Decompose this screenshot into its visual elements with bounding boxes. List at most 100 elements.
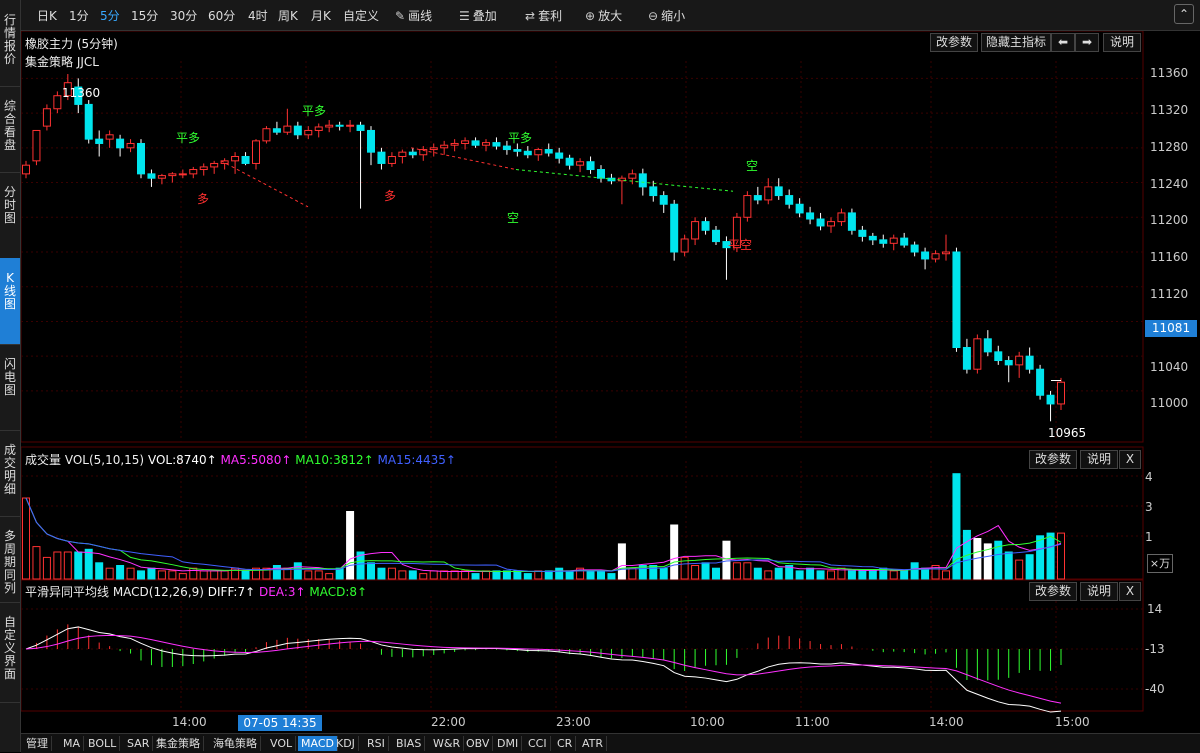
main-params-button[interactable]: 改参数 (930, 33, 978, 52)
volume-params-button[interactable]: 改参数 (1029, 450, 1077, 469)
left-tab-2[interactable]: 分时图 (0, 172, 20, 259)
hide-indicator-button[interactable]: 隐藏主指标 (981, 33, 1051, 52)
arbitrage-button[interactable]: ⇄ 套利 (525, 7, 562, 24)
macd-header: 平滑异同平均线 MACD(12,26,9) DIFF:7↑ DEA:3↑ MAC… (25, 585, 368, 599)
volume-bar (858, 570, 867, 580)
volume-bar (806, 567, 815, 580)
indicator-tab[interactable]: 管理 (23, 736, 52, 751)
macd-params-button[interactable]: 改参数 (1029, 582, 1077, 601)
period-15m[interactable]: 15分 (131, 7, 158, 24)
overlay-button[interactable]: ☰ 叠加 (459, 7, 497, 24)
left-tab-1[interactable]: 综合看盘 (0, 86, 20, 173)
high-price-label: 11360 (62, 86, 101, 100)
candle-body (283, 125, 292, 133)
volume-bar (659, 567, 668, 580)
left-tab-label: 自定义界面 (3, 615, 16, 681)
candle-body (157, 175, 166, 179)
left-tab-label: 分时图 (3, 185, 16, 225)
indicator-tab[interactable]: MACD (298, 736, 338, 751)
period-5m[interactable]: 5分 (100, 7, 120, 24)
indicator-tab[interactable]: MA (60, 736, 85, 751)
indicator-tab[interactable]: W&R (430, 736, 465, 751)
collapse-button[interactable]: ⌃ (1174, 4, 1194, 24)
volume-bar (1004, 551, 1013, 580)
zoom-in-button[interactable]: ⊕ 放大 (585, 7, 622, 24)
prev-button[interactable]: ⬅ (1051, 33, 1075, 52)
candle-body (272, 128, 281, 133)
period-60m[interactable]: 60分 (208, 7, 235, 24)
draw-line-button[interactable]: ✎ 画线 (395, 7, 432, 24)
candle-body (137, 142, 145, 175)
period-day[interactable]: 日K (37, 7, 57, 24)
indicator-tab[interactable]: 集金策略 (153, 736, 204, 751)
period-30m[interactable]: 30分 (170, 7, 197, 24)
candle-body (168, 173, 177, 177)
candle-body (314, 126, 323, 131)
volume-ma-line (25, 497, 1062, 572)
volume-bar (440, 570, 449, 580)
period-custom[interactable]: 自定义 (343, 7, 379, 24)
indicator-tab[interactable]: BOLL (85, 736, 121, 751)
volume-close-button[interactable]: X (1119, 450, 1141, 469)
volume-explain-button[interactable]: 说明 (1080, 450, 1118, 469)
left-tab-5[interactable]: 成交明细 (0, 430, 20, 517)
volume-bar (847, 570, 856, 580)
candle-body (325, 124, 334, 128)
volume-bar (889, 570, 898, 580)
low-price-label: 10965 (1048, 426, 1087, 440)
candle-body (1015, 355, 1024, 366)
volume-bar (649, 565, 658, 580)
zoom-out-button[interactable]: ⊖ 缩小 (648, 7, 685, 24)
indicator-tab[interactable]: ATR (579, 736, 608, 751)
indicator-tab[interactable]: DMI (494, 736, 523, 751)
candle-body (502, 145, 511, 151)
macd-close-button[interactable]: X (1119, 582, 1141, 601)
indicator-tab[interactable]: SAR (124, 736, 154, 751)
candle-body (774, 186, 783, 197)
candle-body (921, 251, 930, 260)
left-tab-3[interactable]: K线图 (0, 258, 20, 345)
volume-bar (63, 551, 72, 580)
volume-bar (116, 565, 125, 580)
volume-bar (868, 570, 877, 580)
left-tab-7[interactable]: 自定义界面 (0, 602, 20, 703)
indicator-tab[interactable]: CR (554, 736, 577, 751)
candle-body (293, 125, 302, 136)
volume-bar (753, 567, 762, 580)
indicator-tab[interactable]: VOL (267, 736, 297, 751)
left-tab-0[interactable]: 行情报价 (0, 0, 20, 87)
indicator-tab[interactable]: OBV (463, 736, 494, 751)
volume-bar (335, 567, 344, 580)
volume-bar (147, 567, 156, 580)
period-week[interactable]: 周K (278, 7, 298, 24)
macd-explain-button[interactable]: 说明 (1080, 582, 1118, 601)
period-1m[interactable]: 1分 (69, 7, 89, 24)
indicator-tab[interactable]: 海龟策略 (210, 736, 261, 751)
period-4h[interactable]: 4时 (248, 7, 268, 24)
candle-body (795, 203, 804, 214)
candle-body (42, 108, 51, 127)
volume-bar (189, 567, 198, 580)
volume-bar (74, 551, 83, 580)
candle-body (565, 157, 574, 166)
volume-bar (722, 540, 731, 580)
indicator-tab[interactable]: KDJ (333, 736, 359, 751)
indicator-tab[interactable]: BIAS (393, 736, 426, 751)
main-title: 橡胶主力 (5分钟) (25, 37, 118, 51)
indicator-tab[interactable]: CCI (525, 736, 551, 751)
vol-y-tick: 4 (1145, 470, 1153, 484)
macd-diff-line (25, 626, 1062, 713)
volume-bar (555, 567, 564, 580)
left-tab-6[interactable]: 多周期同列 (0, 516, 20, 603)
volume-bar (429, 570, 438, 580)
next-button[interactable]: ➡ (1075, 33, 1099, 52)
left-tab-4[interactable]: 闪电图 (0, 344, 20, 431)
left-tab-bar: 行情报价 综合看盘分时图 K线图 闪电图 成交明细 多周期同列自定义界面 (0, 0, 21, 752)
indicator-tab[interactable]: RSI (364, 736, 389, 751)
main-explain-button[interactable]: 说明 (1103, 33, 1141, 52)
volume-bar (450, 570, 459, 580)
period-month[interactable]: 月K (311, 7, 331, 24)
volume-bar (513, 570, 522, 580)
volume-bar (670, 524, 679, 580)
volume-bar (565, 570, 574, 580)
